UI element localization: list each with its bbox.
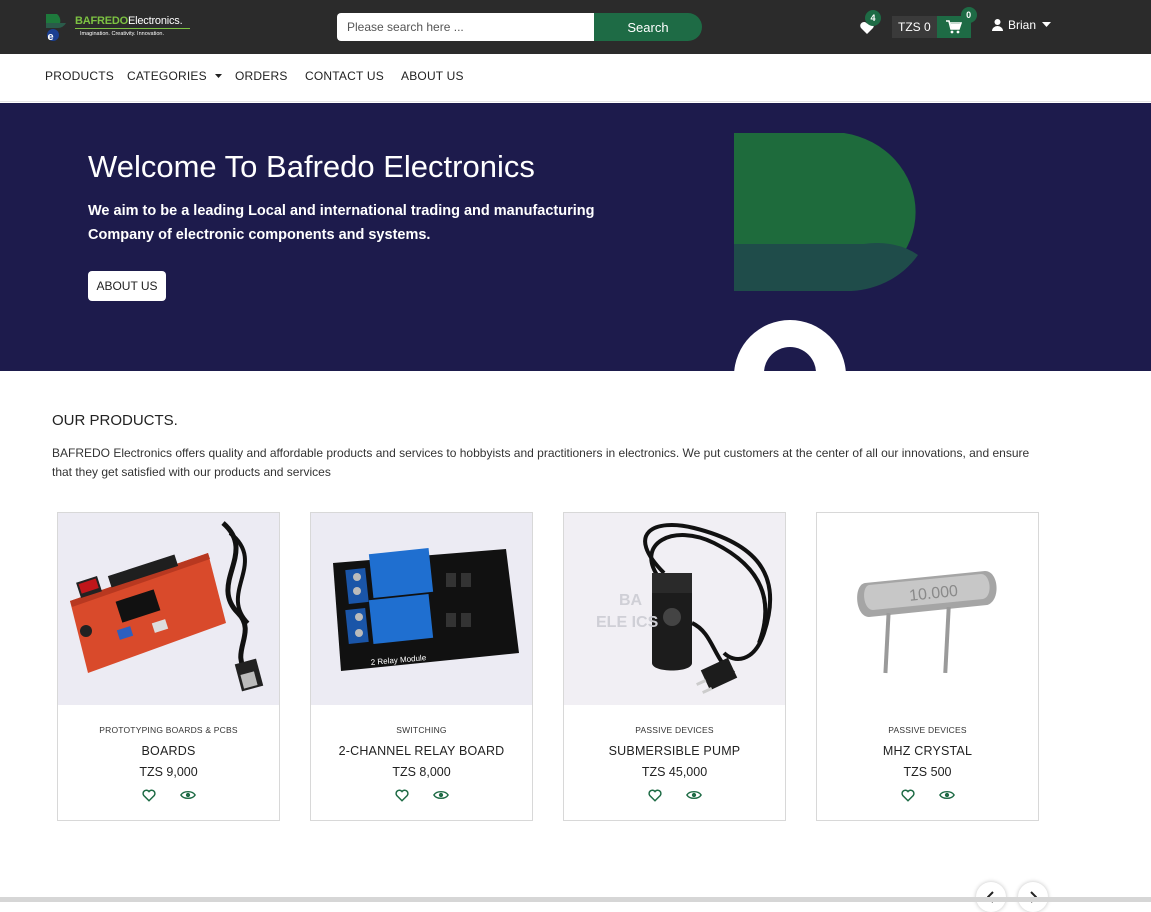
search-button[interactable]: Search (594, 13, 702, 41)
logo-tagline: Imagination. Creativity. Innovation. (80, 31, 164, 37)
product-image[interactable]: 2 Relay Module (311, 513, 532, 705)
logo-brand-bold: BAFREDO (75, 15, 128, 27)
chevron-down-icon (1042, 22, 1052, 27)
search-bar: Search (337, 13, 702, 41)
nav-categories[interactable]: CATEGORIES (127, 69, 223, 83)
logo-mark-icon: e (46, 14, 66, 42)
product-category: SWITCHING (396, 725, 447, 735)
product-price: TZS 9,000 (139, 765, 198, 779)
user-menu[interactable]: Brian (992, 16, 1056, 34)
site-logo[interactable]: e BAFREDOElectronics. Imagination. Creat… (44, 10, 194, 44)
product-category: PASSIVE DEVICES (635, 725, 714, 735)
product-actions (817, 789, 1038, 802)
product-card[interactable]: 2 Relay Module SWITCHING 2-CHANNEL RELAY… (310, 512, 533, 821)
product-image[interactable]: BA ELE ICS (564, 513, 785, 705)
add-to-wishlist-icon[interactable] (141, 789, 156, 802)
caret-down-icon (215, 74, 223, 79)
nav-contact-us[interactable]: CONTACT US (305, 69, 384, 83)
product-card[interactable]: 10.000 PASSIVE DEVICES MHZ CRYSTAL TZS 5… (816, 512, 1039, 821)
cart-button[interactable]: 0 (936, 7, 977, 38)
products-section-title: OUR PRODUCTS. (52, 412, 178, 429)
cart-count-badge: 0 (960, 7, 977, 23)
add-to-wishlist-icon[interactable] (647, 789, 662, 802)
product-price: TZS 500 (903, 765, 952, 779)
top-bar: e BAFREDOElectronics. Imagination. Creat… (0, 0, 1151, 54)
page-bottom-divider (0, 897, 1151, 902)
product-card[interactable]: BA ELE ICS PASSIVE DEVICES SUBMERSIBLE P… (563, 512, 786, 821)
cart[interactable]: TZS 0 0 (892, 7, 977, 38)
nav-about-us[interactable]: ABOUT US (401, 69, 464, 83)
product-name[interactable]: 2-CHANNEL RELAY BOARD (311, 744, 532, 758)
svg-text:e: e (48, 31, 54, 42)
relay-board-image-icon: 2 Relay Module (311, 513, 532, 705)
wishlist-count-badge: 4 (865, 10, 881, 26)
view-product-icon[interactable] (938, 789, 955, 801)
user-name: Brian (1008, 18, 1037, 32)
product-price: TZS 8,000 (392, 765, 451, 779)
product-image[interactable] (58, 513, 279, 705)
wishlist-button[interactable]: 4 (858, 10, 881, 37)
nav-orders[interactable]: ORDERS (235, 69, 288, 83)
dev-board-image-icon (58, 513, 279, 705)
svg-text:BA: BA (619, 592, 643, 609)
product-actions (58, 789, 279, 802)
hero-banner: Welcome To Bafredo Electronics We aim to… (0, 103, 1151, 371)
svg-text:ELE ICS: ELE ICS (596, 614, 659, 631)
products-section-description: BAFREDO Electronics offers quality and a… (52, 446, 1030, 479)
main-nav: PRODUCTS CATEGORIES ORDERS CONTACT US AB… (0, 54, 1151, 102)
search-input[interactable] (337, 13, 594, 41)
view-product-icon[interactable] (685, 789, 702, 801)
hero-subtitle: We aim to be a leading Local and interna… (88, 203, 595, 243)
logo-brand: BAFREDOElectronics. (75, 15, 183, 27)
nav-products[interactable]: PRODUCTS (45, 69, 114, 83)
product-price: TZS 45,000 (641, 765, 708, 779)
user-icon (992, 19, 1003, 31)
product-category: PASSIVE DEVICES (888, 725, 967, 735)
product-image[interactable]: 10.000 (817, 513, 1038, 705)
product-name[interactable]: MHZ CRYSTAL (817, 744, 1038, 758)
product-name[interactable]: BOARDS (58, 744, 279, 758)
logo-underline (75, 28, 190, 29)
nav-categories-label: CATEGORIES (127, 69, 207, 83)
about-us-button[interactable]: ABOUT US (88, 271, 166, 301)
product-card[interactable]: PROTOTYPING BOARDS & PCBS BOARDS TZS 9,0… (57, 512, 280, 821)
add-to-wishlist-icon[interactable] (394, 789, 409, 802)
product-category: PROTOTYPING BOARDS & PCBS (99, 725, 238, 735)
view-product-icon[interactable] (432, 789, 449, 801)
product-name[interactable]: SUBMERSIBLE PUMP (564, 744, 785, 758)
product-actions (311, 789, 532, 802)
product-actions (564, 789, 785, 802)
logo-brand-rest: Electronics. (128, 15, 183, 27)
hero-logo-graphic (734, 133, 918, 371)
crystal-image-icon: 10.000 (817, 513, 1038, 705)
cart-total: TZS 0 (892, 16, 937, 38)
add-to-wishlist-icon[interactable] (900, 789, 915, 802)
hero-title: Welcome To Bafredo Electronics (88, 149, 535, 184)
view-product-icon[interactable] (179, 789, 196, 801)
pump-image-icon: BA ELE ICS (564, 513, 785, 705)
cart-icon (945, 20, 962, 34)
